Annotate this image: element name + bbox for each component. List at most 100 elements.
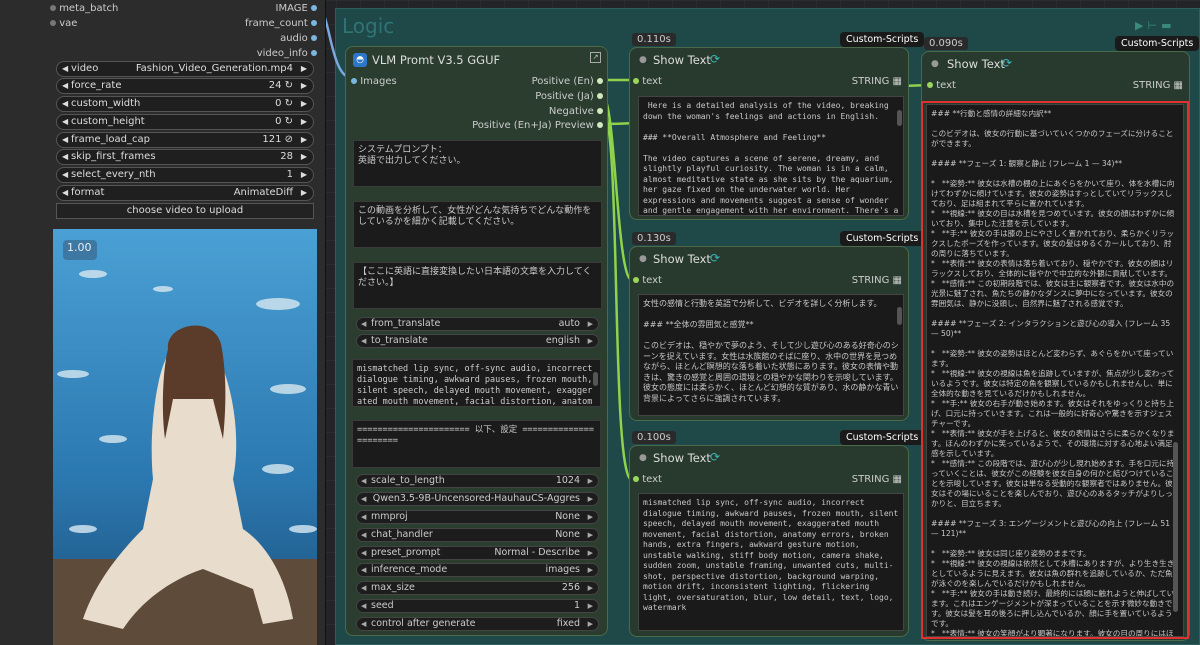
input-text[interactable]: text	[633, 273, 662, 288]
arrow-left-icon[interactable]: ◀	[361, 618, 366, 630]
translate-input-textarea[interactable]: 【ここに英語に直接変換したい日本語の文章を入力してください。】	[353, 262, 602, 309]
input-text[interactable]: text	[633, 472, 662, 487]
play-icon[interactable]: ▶	[1135, 19, 1147, 32]
output-negative[interactable]: Negative	[549, 104, 603, 119]
widget-preset-prompt[interactable]: ◀ preset_prompt Normal - Describe ▶	[356, 546, 599, 560]
input-text[interactable]: text	[927, 78, 956, 93]
arrow-left-icon[interactable]: ◀	[361, 318, 366, 330]
widget-force-rate[interactable]: ◀ force_rate 24 ↻ ▶	[56, 78, 314, 94]
widget-video[interactable]: ◀ video Fashion_Video_Generation.mp4 ▶	[56, 61, 314, 77]
arrow-right-icon[interactable]: ▶	[588, 493, 593, 505]
output-string[interactable]: STRING ▦	[852, 74, 902, 89]
group-controls[interactable]: ▶⊢▬	[1135, 19, 1175, 32]
collapse-dot-icon[interactable]: ●	[639, 254, 647, 264]
textarea-scrollbar[interactable]	[897, 110, 902, 126]
widget-frame-load-cap[interactable]: ◀ frame_load_cap 121 ⊘ ▶	[56, 132, 314, 148]
arrow-left-icon[interactable]: ◀	[361, 547, 366, 559]
input-vae[interactable]: vae	[50, 16, 77, 31]
expand-icon[interactable]: ↗	[590, 52, 601, 63]
input-images[interactable]: Images	[351, 74, 397, 89]
settings-divider-textarea[interactable]: ====================== 以下、設定 ===========…	[352, 420, 601, 468]
arrow-right-icon[interactable]: ▶	[301, 168, 307, 182]
widget-seed[interactable]: ◀ seed 1 ▶	[356, 599, 599, 613]
widget-inference-mode[interactable]: ◀ inference_mode images ▶	[356, 563, 599, 577]
output-string[interactable]: STRING ▦	[1133, 78, 1183, 93]
link-icon[interactable]: ⊢	[1147, 19, 1161, 32]
collapse-dot-icon[interactable]: ●	[639, 453, 647, 463]
widget-scale-to-length[interactable]: ◀ scale_to_length 1024 ▶	[356, 474, 599, 488]
arrow-right-icon[interactable]: ▶	[588, 564, 593, 576]
widget-skip-first-frames[interactable]: ◀ skip_first_frames 28 ▶	[56, 149, 314, 165]
system-prompt-textarea[interactable]: システムプロンプト： 英語で出力してください。	[353, 140, 602, 187]
arrow-left-icon[interactable]: ◀	[361, 600, 366, 612]
video-preview[interactable]: 1.00	[53, 229, 317, 645]
widget-custom-width[interactable]: ◀ custom_width 0 ↻ ▶	[56, 96, 314, 112]
arrow-right-icon[interactable]: ▶	[301, 150, 307, 164]
arrow-left-icon[interactable]: ◀	[361, 529, 366, 541]
arrow-right-icon[interactable]: ▶	[588, 547, 593, 559]
show-text-node-1[interactable]: ● Show Text ⟳ text STRING ▦ Here is a de…	[629, 47, 909, 220]
output-frame-count[interactable]: frame_count	[245, 16, 317, 31]
widget-model-select[interactable]: ◀ Qwen3.5-9B-Uncensored-HauhauCS-Aggres ▶	[356, 492, 599, 506]
widget-format[interactable]: ◀ format AnimateDiff ▶	[56, 185, 314, 201]
output-image[interactable]: IMAGE	[276, 1, 317, 16]
arrow-right-icon[interactable]: ▶	[588, 335, 593, 347]
show-text-node-3[interactable]: ● Show Text ⟳ text STRING ▦ mismatched l…	[629, 445, 909, 637]
dash-icon[interactable]: ▬	[1161, 19, 1175, 32]
arrow-right-icon[interactable]: ▶	[588, 529, 593, 541]
arrow-left-icon[interactable]: ◀	[62, 79, 68, 93]
negative-prompt-textarea[interactable]: mismatched lip sync, off-sync audio, inc…	[352, 359, 601, 407]
arrow-left-icon[interactable]: ◀	[62, 186, 68, 200]
arrow-right-icon[interactable]: ▶	[301, 97, 307, 111]
arrow-left-icon[interactable]: ◀	[62, 168, 68, 182]
arrow-right-icon[interactable]: ▶	[588, 618, 593, 630]
widget-select-every-nth[interactable]: ◀ select_every_nth 1 ▶	[56, 167, 314, 183]
output-positive-ja[interactable]: Positive (Ja)	[535, 89, 603, 104]
widget-to-translate[interactable]: ◀ to_translate english ▶	[356, 334, 599, 348]
widget-custom-height[interactable]: ◀ custom_height 0 ↻ ▶	[56, 114, 314, 130]
arrow-right-icon[interactable]: ▶	[588, 475, 593, 487]
arrow-left-icon[interactable]: ◀	[361, 582, 366, 594]
textarea-scrollbar[interactable]	[897, 307, 902, 325]
user-prompt-textarea[interactable]: この動画を分析して、女性がどんな気持ちでどんな動作をしているかを細かく記載してく…	[353, 201, 602, 248]
widget-control-after-generate[interactable]: ◀ control after generate fixed ▶	[356, 617, 599, 631]
widget-from-translate[interactable]: ◀ from_translate auto ▶	[356, 317, 599, 331]
arrow-right-icon[interactable]: ▶	[301, 62, 307, 76]
arrow-left-icon[interactable]: ◀	[361, 493, 366, 505]
collapse-dot-icon[interactable]: ●	[639, 55, 647, 65]
arrow-left-icon[interactable]: ◀	[62, 62, 68, 76]
arrow-right-icon[interactable]: ▶	[588, 582, 593, 594]
load-video-node[interactable]: meta_batch vae IMAGE frame_count audio v…	[0, 0, 326, 645]
upload-video-button[interactable]: choose video to upload	[56, 203, 314, 219]
input-text[interactable]: text	[633, 74, 662, 89]
output-video-info[interactable]: video_info	[257, 46, 317, 61]
arrow-right-icon[interactable]: ▶	[588, 511, 593, 523]
widget-chat-handler[interactable]: ◀ chat_handler None ▶	[356, 528, 599, 542]
collapse-dot-icon[interactable]: ●	[931, 59, 939, 69]
arrow-left-icon[interactable]: ◀	[361, 564, 366, 576]
output-string[interactable]: STRING ▦	[852, 472, 902, 487]
arrow-left-icon[interactable]: ◀	[361, 335, 366, 347]
arrow-left-icon[interactable]: ◀	[62, 115, 68, 129]
input-meta-batch[interactable]: meta_batch	[50, 1, 118, 16]
arrow-right-icon[interactable]: ▶	[588, 318, 593, 330]
show-text-node-2[interactable]: ● Show Text ⟳ text STRING ▦ 女性の感情と行動を英語で…	[629, 246, 909, 421]
arrow-right-icon[interactable]: ▶	[301, 115, 307, 129]
textarea-scrollbar[interactable]	[593, 372, 598, 386]
widget-max-size[interactable]: ◀ max_size 256 ▶	[356, 581, 599, 595]
output-textarea[interactable]: 女性の感情と行動を英語で分析して、ビデオを詳しく分析します。 ### **全体の…	[638, 294, 904, 416]
arrow-left-icon[interactable]: ◀	[62, 97, 68, 111]
output-string[interactable]: STRING ▦	[852, 273, 902, 288]
arrow-right-icon[interactable]: ▶	[588, 600, 593, 612]
arrow-right-icon[interactable]: ▶	[301, 186, 307, 200]
output-positive-en[interactable]: Positive (En)	[532, 74, 603, 89]
arrow-left-icon[interactable]: ◀	[62, 150, 68, 164]
output-preview[interactable]: Positive (En+Ja) Preview	[472, 118, 603, 133]
output-textarea[interactable]: Here is a detailed analysis of the video…	[638, 96, 904, 216]
arrow-right-icon[interactable]: ▶	[301, 133, 307, 147]
arrow-right-icon[interactable]: ▶	[301, 79, 307, 93]
widget-mmproj[interactable]: ◀ mmproj None ▶	[356, 510, 599, 524]
output-audio[interactable]: audio	[280, 31, 317, 46]
arrow-left-icon[interactable]: ◀	[361, 475, 366, 487]
output-textarea[interactable]: mismatched lip sync, off-sync audio, inc…	[638, 493, 904, 631]
